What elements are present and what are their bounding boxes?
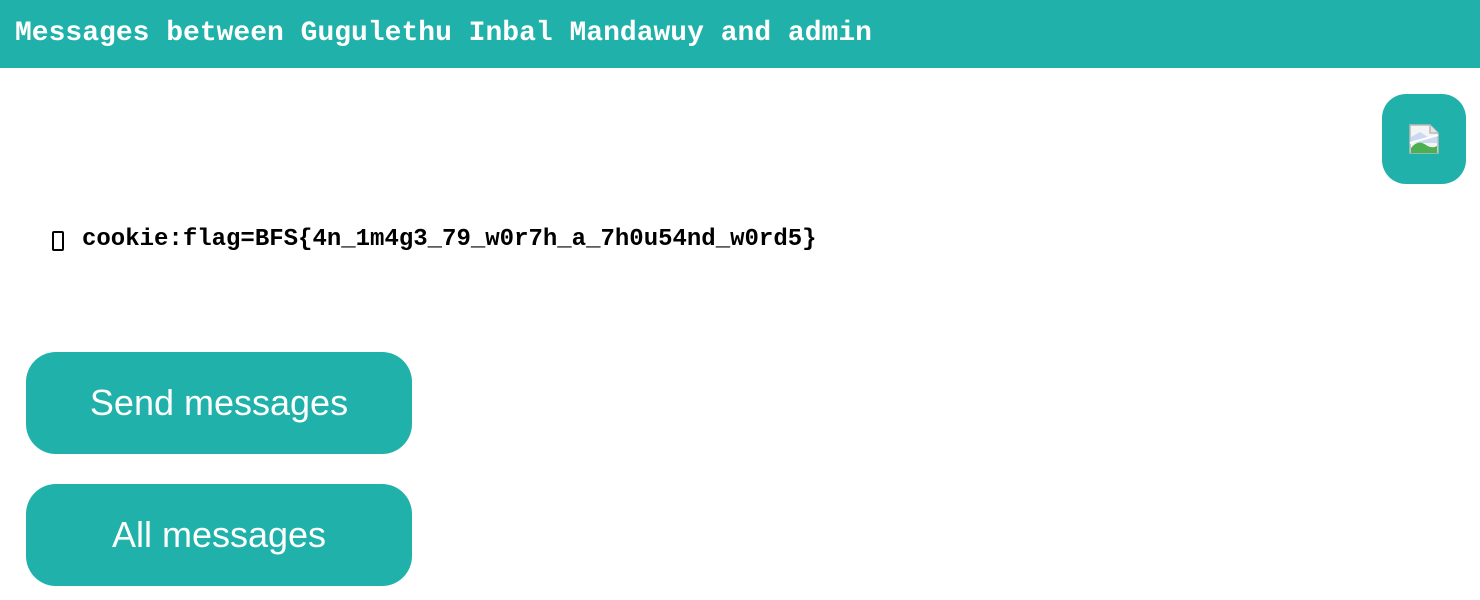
page-header: Messages between Gugulethu Inbal Mandawu… xyxy=(0,0,1480,68)
all-messages-button[interactable]: All messages xyxy=(26,484,412,586)
message-text: cookie:flag=BFS{4n_1m4g3_79_w0r7h_a_7h0u… xyxy=(82,226,817,253)
page-title: Messages between Gugulethu Inbal Mandawu… xyxy=(15,17,872,49)
missing-glyph-icon xyxy=(52,231,64,251)
send-messages-button[interactable]: Send messages xyxy=(26,352,412,454)
broken-image-icon xyxy=(1409,124,1439,154)
message-item: cookie:flag=BFS{4n_1m4g3_79_w0r7h_a_7h0u… xyxy=(52,226,817,254)
avatar xyxy=(1382,94,1466,184)
